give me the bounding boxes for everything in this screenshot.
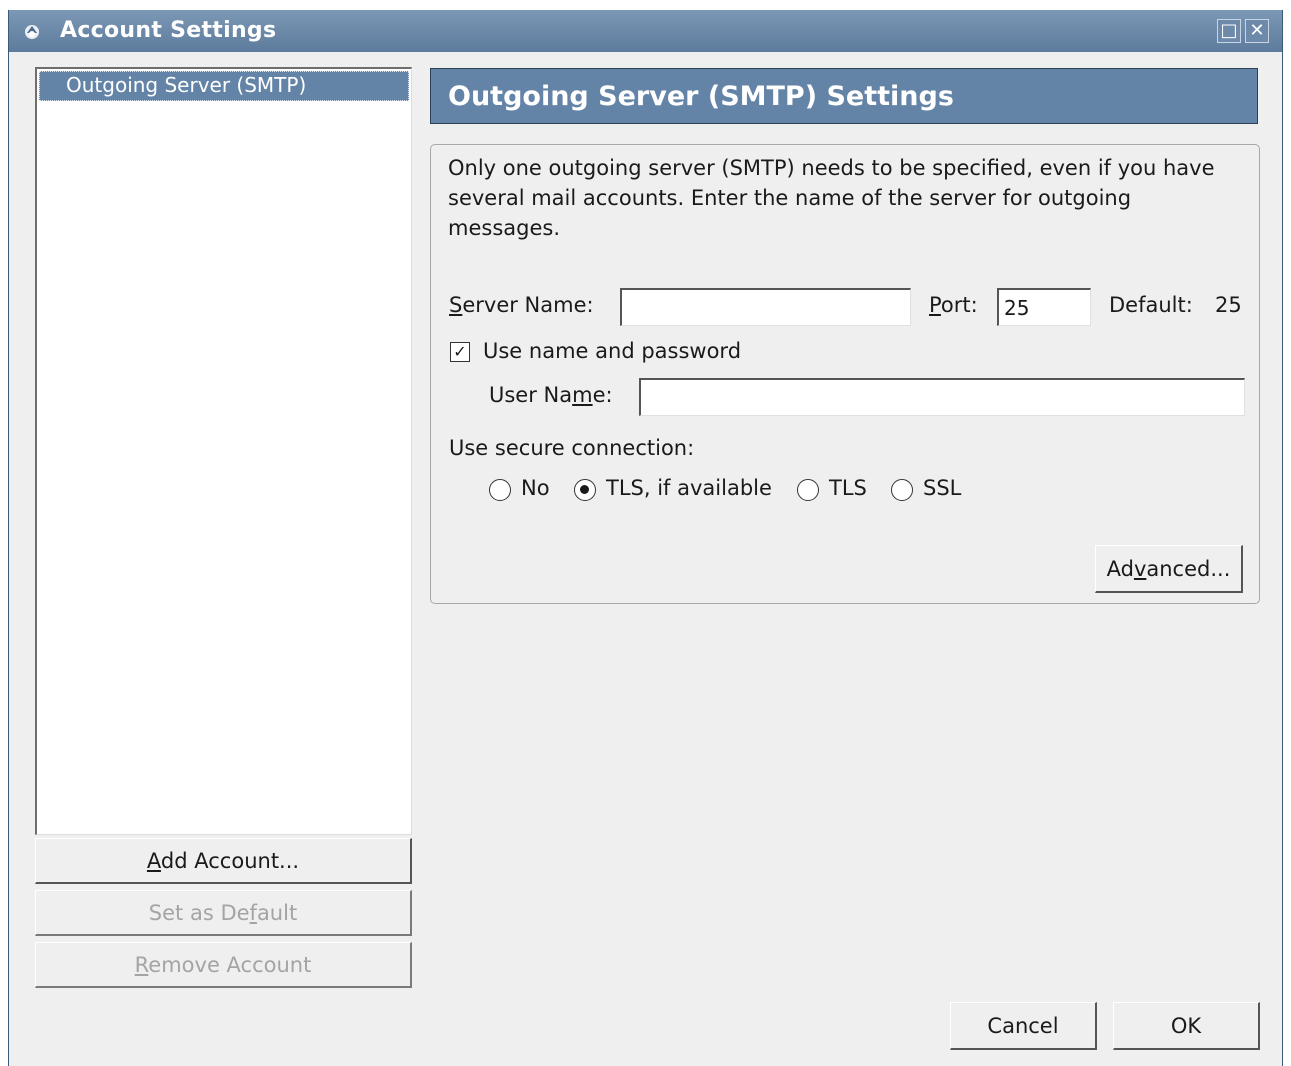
add-account-label-post: dd Account... — [160, 848, 300, 873]
port-label: Port: — [929, 293, 978, 317]
use-name-password-label[interactable]: Use name and password — [483, 339, 741, 363]
default-port-value: 25 — [1215, 293, 1242, 317]
panel-header: Outgoing Server (SMTP) Settings — [430, 68, 1258, 124]
use-name-password-checkbox[interactable]: ✓ — [450, 342, 470, 362]
set-default-label-post: ault — [256, 900, 298, 925]
radio-secure-tls-if-available-label[interactable]: TLS, if available — [606, 476, 772, 500]
smtp-description: Only one outgoing server (SMTP) needs to… — [448, 156, 1215, 240]
account-tree[interactable]: Outgoing Server (SMTP) — [35, 67, 412, 835]
radio-secure-tls-if-available[interactable] — [574, 479, 596, 501]
account-settings-window: Account Settings □ ✕ Outgoing Server (SM… — [8, 10, 1283, 1066]
add-account-button[interactable]: Add Account... — [35, 838, 412, 884]
smtp-settings-group: Only one outgoing server (SMTP) needs to… — [430, 144, 1260, 604]
title-bar[interactable]: Account Settings □ ✕ — [9, 10, 1282, 52]
remove-account-button[interactable]: Remove Account — [35, 942, 412, 988]
ok-button[interactable]: OK — [1113, 1002, 1260, 1050]
user-name-input[interactable] — [639, 378, 1245, 416]
port-input[interactable] — [997, 288, 1091, 326]
maximize-icon[interactable]: □ — [1217, 19, 1241, 43]
radio-selected-dot — [580, 485, 589, 494]
set-as-default-button[interactable]: Set as Default — [35, 890, 412, 936]
radio-secure-ssl[interactable] — [891, 479, 913, 501]
add-account-mnemonic: A — [146, 848, 161, 873]
radio-secure-no-label[interactable]: No — [521, 476, 550, 500]
server-name-input[interactable] — [620, 288, 911, 326]
set-default-mnemonic: f — [249, 900, 257, 925]
window-title: Account Settings — [60, 18, 277, 43]
secure-connection-label: Use secure connection: — [449, 436, 695, 460]
radio-secure-no[interactable] — [489, 479, 511, 501]
tree-item-outgoing-server[interactable]: Outgoing Server (SMTP) — [39, 71, 409, 101]
default-port-label: Default: — [1109, 293, 1193, 317]
remove-account-label-post: emove Account — [148, 952, 312, 977]
app-icon — [25, 25, 39, 39]
remove-account-mnemonic: R — [134, 952, 149, 977]
server-name-label: Server Name: — [449, 293, 594, 317]
radio-secure-ssl-label[interactable]: SSL — [923, 476, 961, 500]
close-icon[interactable]: ✕ — [1245, 19, 1269, 43]
cancel-button[interactable]: Cancel — [950, 1002, 1097, 1050]
set-default-label-pre: Set as De — [148, 900, 250, 925]
advanced-button[interactable]: Advanced... — [1095, 545, 1243, 593]
user-name-label: User Name: — [489, 383, 613, 407]
radio-secure-tls-label[interactable]: TLS — [829, 476, 867, 500]
radio-secure-tls[interactable] — [797, 479, 819, 501]
